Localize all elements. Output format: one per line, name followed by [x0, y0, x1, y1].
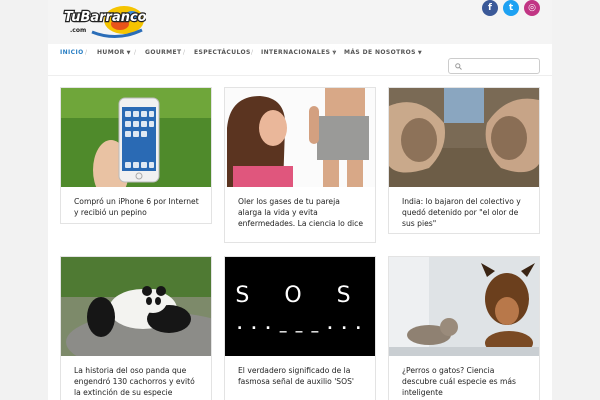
site-logo[interactable]: TuBarranco .com: [62, 2, 148, 40]
nav-item-humor[interactable]: HUMOR ▼: [97, 49, 131, 56]
facebook-icon[interactable]: f: [482, 0, 498, 16]
nav-item-label: GOURMET: [145, 49, 182, 56]
nav-separator: /: [85, 49, 88, 56]
article-card-iphone[interactable]: Compró un iPhone 6 por Internet y recibi…: [60, 87, 212, 224]
article-image-dog-cat[interactable]: [389, 257, 539, 356]
nav-item-mas-de-nosotros[interactable]: MÁS DE NOSOTROS ▼: [344, 49, 422, 56]
nav-item-label: INICIO: [60, 49, 84, 56]
nav-separator: /: [134, 49, 137, 56]
article-card-gases[interactable]: Oler los gases de tu pareja alarga la vi…: [224, 87, 376, 243]
nav-item-label: MÁS DE NOSOTROS: [344, 49, 416, 56]
nav-item-inicio[interactable]: INICIO: [60, 49, 84, 56]
nav-item-gourmet[interactable]: GOURMET: [145, 49, 181, 56]
article-image-couple[interactable]: [225, 88, 375, 187]
article-image-feet[interactable]: [389, 88, 539, 187]
search-input[interactable]: [448, 58, 540, 74]
article-card-sos[interactable]: S O S . . . _ _ _ . . . El verdadero sig…: [224, 256, 376, 400]
logo-sub: .com: [70, 27, 86, 34]
article-title[interactable]: El verdadero significado de la fasmosa s…: [238, 365, 366, 387]
caret-down-icon: ▼: [126, 50, 131, 56]
article-title[interactable]: Compró un iPhone 6 por Internet y recibi…: [74, 196, 202, 218]
logo-graphic: TuBarranco .com: [63, 6, 148, 38]
nav-item-espectaculos[interactable]: ESPECTÁCULOS: [194, 49, 251, 56]
article-image-sos[interactable]: S O S . . . _ _ _ . . .: [225, 257, 375, 356]
search-icon: [455, 63, 462, 70]
sos-morse: . . . _ _ _ . . .: [237, 317, 363, 333]
main-nav: INICIO / HUMOR ▼ / GOURMET / ESPECTÁCULOS…: [48, 44, 552, 76]
nav-item-label: INTERNACIONALES: [261, 49, 331, 56]
nav-separator: /: [251, 49, 254, 56]
instagram-icon[interactable]: ◎: [524, 0, 540, 16]
logo-text: TuBarranco: [64, 10, 146, 25]
article-card-panda[interactable]: La historia del oso panda que engendró 1…: [60, 256, 212, 400]
article-image-panda[interactable]: [61, 257, 211, 356]
article-title[interactable]: ¿Perros o gatos? Ciencia descubre cuál e…: [402, 365, 530, 398]
article-card-india[interactable]: India: lo bajaron del colectivo y quedó …: [388, 87, 540, 234]
article-title[interactable]: La historia del oso panda que engendró 1…: [74, 365, 202, 398]
nav-separator: /: [183, 49, 186, 56]
caret-down-icon: ▼: [417, 50, 423, 56]
nav-item-label: ESPECTÁCULOS: [194, 49, 251, 56]
site-header: TuBarranco .com f t ◎: [48, 0, 552, 44]
nav-item-label: HUMOR: [97, 49, 125, 56]
article-image-iphone[interactable]: [61, 88, 211, 187]
article-card-perros-gatos[interactable]: ¿Perros o gatos? Ciencia descubre cuál e…: [388, 256, 540, 400]
nav-separator: /: [333, 49, 336, 56]
nav-item-internacionales[interactable]: INTERNACIONALES ▼: [261, 49, 337, 56]
article-title[interactable]: India: lo bajaron del colectivo y quedó …: [402, 196, 530, 229]
sos-text: S O S: [235, 283, 364, 308]
article-title[interactable]: Oler los gases de tu pareja alarga la vi…: [238, 196, 366, 229]
twitter-icon[interactable]: t: [503, 0, 519, 16]
